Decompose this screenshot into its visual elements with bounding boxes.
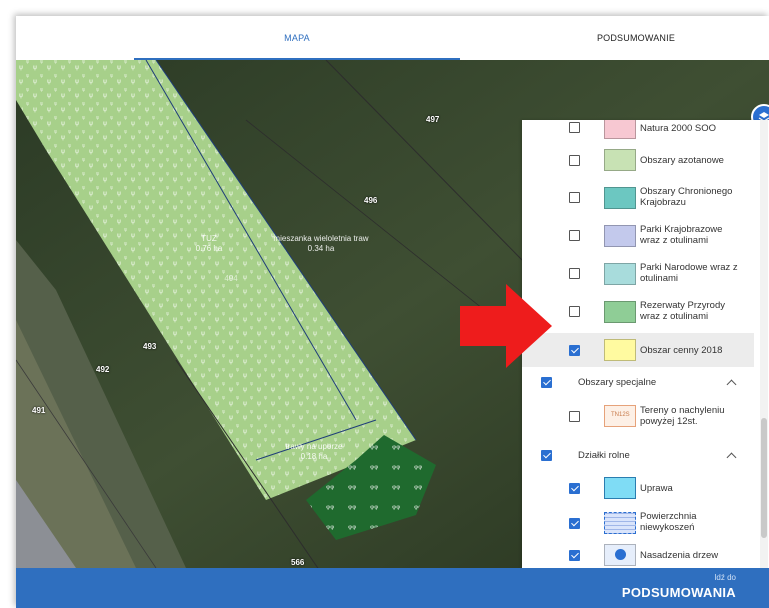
layer-checkbox[interactable] xyxy=(569,306,580,317)
layer-label: Powierzchnia niewykoszeń xyxy=(640,511,697,533)
red-arrow-icon xyxy=(460,284,552,368)
layer-swatch xyxy=(604,187,636,209)
parcel-number[interactable]: 496 xyxy=(364,196,377,205)
layer-swatch xyxy=(604,120,636,139)
legend-scrollbar[interactable] xyxy=(760,120,768,568)
layer-checkbox[interactable] xyxy=(569,230,580,241)
layer-checkbox[interactable] xyxy=(569,155,580,166)
slope-swatch-text: TN12S xyxy=(611,412,630,418)
layer-row[interactable]: Powierzchnia niewykoszeń xyxy=(522,506,754,540)
layer-swatch xyxy=(604,301,636,323)
crop-name: TUZ xyxy=(201,234,217,243)
footer-title: PODSUMOWANIA xyxy=(621,585,736,600)
layer-swatch xyxy=(604,477,636,499)
layer-label: Nasadzenia drzew xyxy=(640,550,719,561)
layer-label: Obszary Chronionego Krajobrazu xyxy=(640,186,733,208)
tab-map[interactable]: MAPA xyxy=(134,16,460,60)
layer-row[interactable]: TN12S Tereny o nachyleniu powyżej 12st. xyxy=(522,400,754,434)
layer-checkbox[interactable] xyxy=(569,268,580,279)
layer-swatch xyxy=(604,263,636,285)
layer-row[interactable]: Uprawa xyxy=(522,472,754,504)
app-frame: MAPA PODSUMOWANIE ψ ψ ᵠᵠ xyxy=(16,16,769,608)
layer-row[interactable]: Nasadzenia drzew xyxy=(522,540,754,568)
layer-checkbox[interactable] xyxy=(569,411,580,422)
footer-caption: Idź do xyxy=(714,573,736,582)
crop-name: mieszanka wieloletnia traw xyxy=(273,234,369,243)
tab-summary[interactable]: PODSUMOWANIE xyxy=(516,16,756,60)
go-to-summary-button[interactable]: Idź do PODSUMOWANIA xyxy=(16,568,769,608)
layer-swatch xyxy=(604,339,636,361)
parcel-number[interactable]: 493 xyxy=(143,342,156,351)
layer-row[interactable]: Parki Krajobrazowe wraz z otulinami xyxy=(522,218,754,254)
parcel-number[interactable]: 497 xyxy=(426,115,439,124)
group-header-special-areas[interactable]: Obszary specjalne xyxy=(522,369,754,395)
layer-checkbox[interactable] xyxy=(569,122,580,133)
crop-area: 0.76 ha xyxy=(195,244,223,253)
layer-row-selected[interactable]: Obszar cenny 2018 xyxy=(522,333,754,367)
layer-swatch xyxy=(604,544,636,566)
crop-label-mixture[interactable]: mieszanka wieloletnia traw 0.34 ha xyxy=(266,234,376,254)
chevron-up-icon[interactable] xyxy=(726,452,737,463)
layer-checkbox-checked[interactable] xyxy=(569,518,580,529)
layer-label: Obszary azotanowe xyxy=(640,155,724,166)
group-header-agricultural-plots[interactable]: Działki rolne xyxy=(522,442,754,468)
layer-checkbox[interactable] xyxy=(569,192,580,203)
group-checkbox[interactable] xyxy=(541,450,552,461)
group-checkbox[interactable] xyxy=(541,377,552,388)
layer-swatch xyxy=(604,225,636,247)
crop-name: trawy na uporze xyxy=(285,442,343,451)
layer-swatch xyxy=(604,512,636,534)
parcel-number[interactable]: 491 xyxy=(32,406,45,415)
layer-label: Natura 2000 SOO xyxy=(640,123,717,134)
slope-swatch: TN12S xyxy=(604,405,636,427)
scrollbar-thumb[interactable] xyxy=(761,418,767,538)
layer-label: Tereny o nachyleniu powyżej 12st. xyxy=(640,405,725,427)
chevron-up-icon[interactable] xyxy=(726,379,737,390)
crop-area: 0.34 ha xyxy=(307,244,335,253)
parcel-number[interactable]: 492 xyxy=(96,365,109,374)
layer-label: Parki Krajobrazowe wraz z otulinami xyxy=(640,224,723,246)
layers-legend-panel: Natura 2000 SOO Obszary azotanowe Obszar… xyxy=(522,120,769,568)
tab-bar: MAPA PODSUMOWANIE xyxy=(16,16,769,60)
inner-number: 404 xyxy=(224,274,238,283)
group-label: Obszary specjalne xyxy=(578,377,657,388)
crop-label-tuz[interactable]: TUZ 0.76 ha xyxy=(184,234,234,254)
layer-row[interactable]: Obszary Chronionego Krajobrazu xyxy=(522,180,754,216)
layer-checkbox-checked[interactable] xyxy=(569,550,580,561)
tree-planting-icon xyxy=(615,549,626,560)
group-label: Działki rolne xyxy=(578,450,630,461)
layer-label: Parki Narodowe wraz z otulinami xyxy=(640,262,738,284)
layer-row[interactable]: Parki Narodowe wraz z otulinami xyxy=(522,256,754,292)
layer-label: Obszar cenny 2018 xyxy=(640,345,723,356)
layer-label: Uprawa xyxy=(640,483,673,494)
layer-swatch xyxy=(604,149,636,171)
layer-checkbox-checked[interactable] xyxy=(569,345,580,356)
layer-row[interactable]: Rezerwaty Przyrody wraz z otulinami xyxy=(522,294,754,330)
layer-label: Rezerwaty Przyrody wraz z otulinami xyxy=(640,300,725,322)
layer-row[interactable]: Obszary azotanowe xyxy=(522,144,754,176)
layer-row[interactable]: Natura 2000 SOO xyxy=(522,120,754,140)
layer-checkbox-checked[interactable] xyxy=(569,483,580,494)
parcel-number[interactable]: 566 xyxy=(291,558,304,567)
crop-area: 0.18 ha xyxy=(300,452,328,461)
crop-label-grass-fallow[interactable]: trawy na uporze 0.18 ha xyxy=(274,442,354,462)
